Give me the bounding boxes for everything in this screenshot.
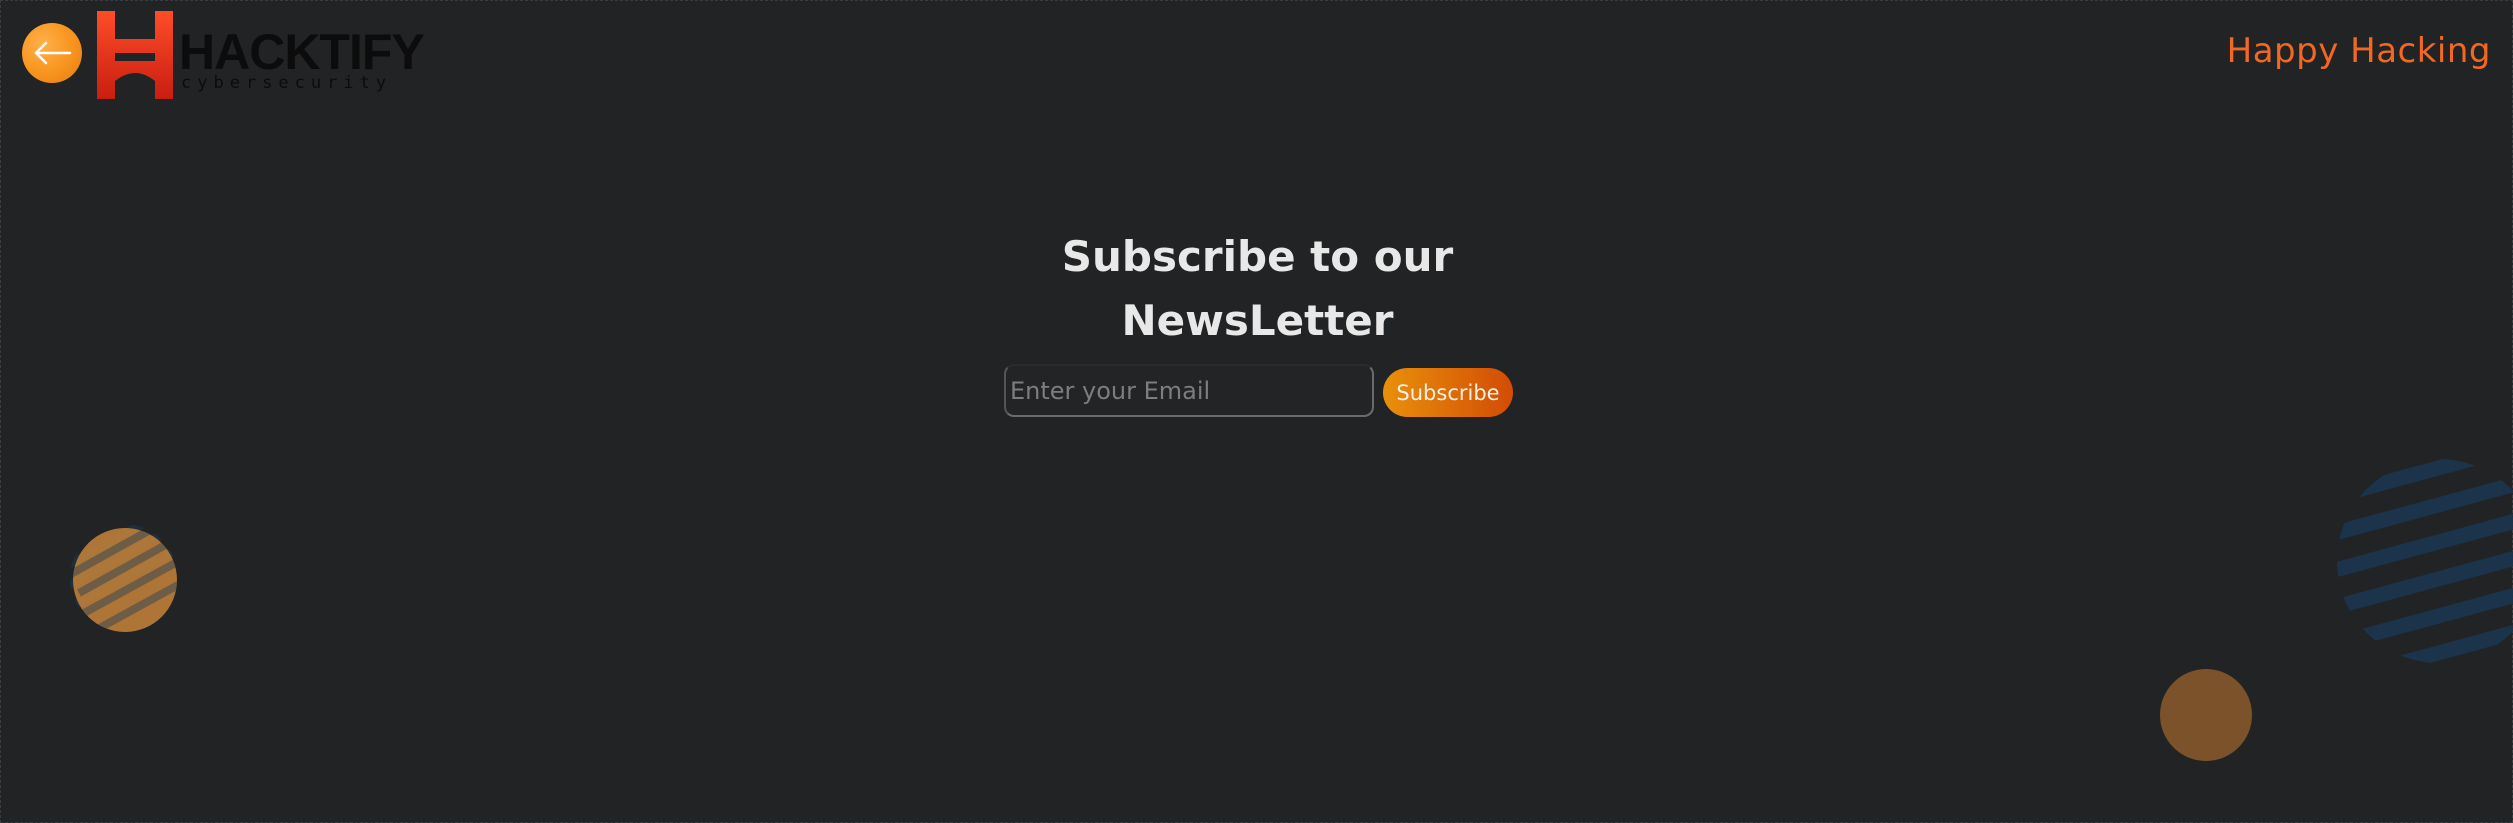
logo-wordmark: HACKTIFY: [179, 24, 425, 80]
page: HACKTIFY cybersecurity Happy Hacking Sub…: [0, 0, 2513, 823]
brown-circle-decoration: [2160, 669, 2252, 761]
striped-blue-circle-decoration: [2337, 459, 2513, 663]
newsletter-heading: Subscribe to our NewsLetter: [1, 225, 2513, 353]
happy-hacking-text: Happy Hacking: [2226, 31, 2491, 71]
newsletter-heading-line1: Subscribe to our: [1061, 232, 1454, 281]
logo-h-mark-icon: [97, 11, 173, 99]
arrow-left-icon: [34, 41, 72, 65]
striped-orange-circle-decoration: [70, 524, 178, 632]
email-input[interactable]: [1004, 364, 1374, 417]
hacktify-logo[interactable]: HACKTIFY cybersecurity: [95, 9, 425, 101]
newsletter-heading-line2: NewsLetter: [1121, 296, 1394, 345]
back-button[interactable]: [22, 23, 82, 83]
logo-tagline: cybersecurity: [181, 73, 393, 93]
subscribe-button[interactable]: Subscribe: [1383, 368, 1513, 417]
